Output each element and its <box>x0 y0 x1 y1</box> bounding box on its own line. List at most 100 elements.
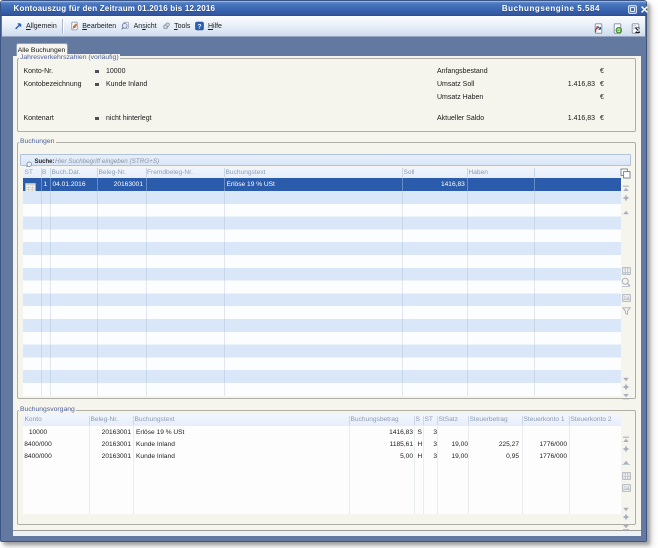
column-header[interactable]: Haben <box>469 167 488 178</box>
table-row[interactable]: 8400/00020163001Kunde Inland1185,61H319,… <box>23 439 621 451</box>
app-window: Kontoauszug für den Zeitraum 01.2016 bis… <box>0 0 647 542</box>
field-label: Kontobezeichnung <box>24 81 82 89</box>
field-label: Anfangsbestand <box>437 68 488 76</box>
nav-separator <box>622 299 630 300</box>
header-separator <box>146 168 147 177</box>
toolbar-buttons: Allgemein Bearbeiten Ansicht Tools ?Hilfe <box>10 18 223 35</box>
column-header[interactable]: Steuerkonto 2 <box>571 414 612 426</box>
column-header[interactable]: Beleg-Nr. <box>91 414 119 426</box>
header-separator <box>50 168 51 177</box>
cell-value: 1416,83 <box>402 178 465 191</box>
toolbar-button-hilfe[interactable]: ?Hilfe <box>194 18 224 35</box>
bookings-table-body[interactable] <box>23 191 621 396</box>
header-separator <box>534 168 535 177</box>
header-separator <box>224 168 225 177</box>
toolbar: Allgemein Bearbeiten Ansicht Tools ?Hilfe Σ <box>2 16 645 37</box>
field-bullet-icon <box>95 83 99 87</box>
table-row[interactable]: 8400/00020163001Kunde Inland5,00H319,000… <box>23 451 621 463</box>
cell-value: 3 <box>418 427 437 439</box>
cell-value: 19,00 <box>438 439 468 451</box>
edit-document-icon <box>70 21 79 31</box>
search-placeholder: Hier Suchbegriff eingeben (STRG+S) <box>55 158 159 166</box>
column-header[interactable]: StSatz <box>439 414 458 426</box>
screen: Kontoauszug für den Zeitraum 01.2016 bis… <box>0 0 658 548</box>
toolbar-button-label: Allgemein <box>26 23 57 30</box>
column-header[interactable]: Buchungstext <box>226 167 266 178</box>
cell-value: 3 <box>418 439 437 451</box>
bookings-selected-row[interactable]: 104.01.201620163001Erlöse 19 % USt1416,8… <box>23 178 621 191</box>
restore-button[interactable] <box>628 5 637 14</box>
groupbox-caption: Buchungen <box>19 138 56 146</box>
column-header[interactable]: ST <box>425 414 433 426</box>
cell-value: 8400/000 <box>21 439 55 451</box>
column-header[interactable]: B <box>42 167 46 178</box>
toolbar-button-label: Hilfe <box>208 23 222 30</box>
toolbar-button-bearbeiten[interactable]: Bearbeiten <box>68 18 117 35</box>
toolbar-button-tools[interactable]: Tools <box>160 18 192 35</box>
cell-value: Kunde Inland <box>136 439 336 451</box>
toolbar-button-label: Bearbeiten <box>82 23 116 30</box>
table-grid-icon <box>25 180 37 190</box>
scroll-last-icon[interactable] <box>622 387 630 405</box>
toolbar-button-label: Tools <box>174 23 190 30</box>
currency-label: € <box>600 68 604 76</box>
svg-text:Σ: Σ <box>635 26 641 34</box>
column-header[interactable]: Konto <box>25 414 42 426</box>
search-icon <box>24 157 33 166</box>
toolbar-right-icons: Σ <box>586 21 642 32</box>
engine-version-label: Buchungsengine 5.584 <box>502 1 600 16</box>
column-header[interactable]: Steuerbetrag <box>470 414 508 426</box>
header-separator <box>467 168 468 177</box>
header-separator <box>133 416 134 425</box>
cell-value: 0,95 <box>469 451 519 463</box>
nav-separator <box>622 272 630 273</box>
document-export-icon[interactable] <box>593 21 604 32</box>
document-sum-icon[interactable]: Σ <box>630 21 641 32</box>
header-separator <box>437 416 438 425</box>
grid-separator <box>224 191 225 396</box>
bookings-table-header: ST B Buch.Dat. Beleg-Nr. Fremdbeleg-Nr. Buchu… <box>23 167 621 178</box>
header-separator <box>349 416 350 425</box>
document-refresh-icon[interactable] <box>612 21 623 32</box>
header-separator <box>423 416 424 425</box>
grid-separator <box>41 191 42 396</box>
cell-value: 19,00 <box>438 451 468 463</box>
grid-separator <box>467 191 468 396</box>
column-header[interactable]: Buch.Dat. <box>52 167 81 178</box>
filter-icon[interactable] <box>622 302 631 320</box>
search-label: Suche: <box>35 158 55 166</box>
column-header[interactable]: ST <box>25 167 33 178</box>
cell-value: 5,00 <box>323 451 413 463</box>
content-panel: Jahresverkehrszahlen (vorläufig) Konto-N… <box>13 56 641 531</box>
column-header[interactable]: Buchungsbetrag <box>351 414 399 426</box>
header-separator <box>468 416 469 425</box>
close-button[interactable] <box>640 5 649 14</box>
toolbar-separator <box>62 19 63 33</box>
column-header[interactable]: S <box>416 414 420 426</box>
table-row[interactable]: 1000020163001Erlöse 19 % USt1416,83S3 <box>23 427 621 439</box>
toolbar-button-ansicht[interactable]: Ansicht <box>120 18 158 35</box>
cell-value: 04.01.2016 <box>53 178 97 191</box>
field-label: Umsatz Haben <box>437 94 483 102</box>
cell-separator <box>97 178 98 191</box>
calendar-icon[interactable]: 04 <box>622 479 631 497</box>
groupbox-buchungen: Buchungen Suche: Hier Suchbegriff eingeb… <box>17 142 636 399</box>
scroll-up-icon[interactable] <box>622 202 630 220</box>
magnifier-icon <box>121 21 130 31</box>
column-header[interactable]: Beleg-Nr. <box>99 167 127 178</box>
column-header[interactable]: Fremdbeleg-Nr. <box>147 167 193 178</box>
header-separator <box>522 416 523 425</box>
cell-value: Erlöse 19 % USt <box>227 178 402 191</box>
toolbar-button-allgemein[interactable]: Allgemein <box>12 18 58 35</box>
search-bar[interactable]: Suche: Hier Suchbegriff eingeben (STRG+S… <box>20 154 631 166</box>
gear-icon <box>162 21 171 31</box>
field-bullet-icon <box>95 117 99 121</box>
cell-value: Erlöse 19 % USt <box>136 427 336 439</box>
column-header[interactable]: Steuerkonto 1 <box>524 414 565 426</box>
cell-value: Kunde Inland <box>136 451 336 463</box>
grid-separator <box>146 191 147 396</box>
cell-separator <box>534 178 535 191</box>
column-header[interactable]: Soll <box>404 167 415 178</box>
column-header[interactable]: Buchungstext <box>135 414 175 426</box>
currency-label: € <box>600 81 604 89</box>
